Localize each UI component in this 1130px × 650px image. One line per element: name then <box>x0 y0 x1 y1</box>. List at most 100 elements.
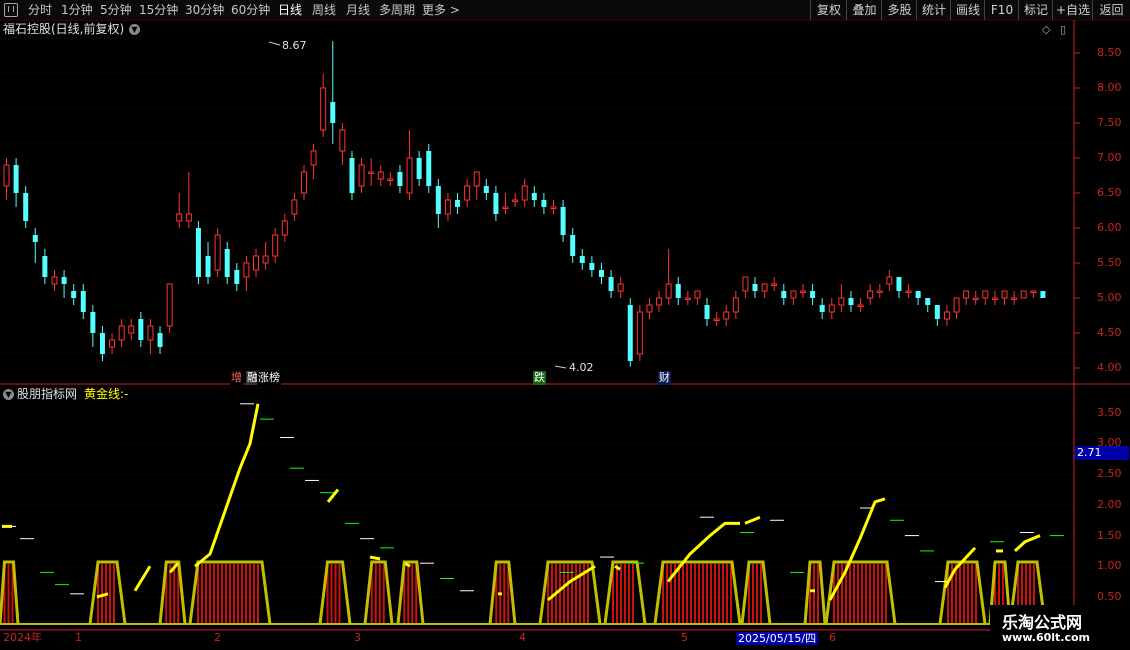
candle-body <box>426 151 432 186</box>
candle-body <box>118 325 125 341</box>
candle-body <box>224 249 230 277</box>
candle-body <box>205 256 211 277</box>
chevron-down-icon[interactable]: ▼ <box>129 24 140 35</box>
candle-body <box>138 319 144 340</box>
candle-body <box>876 290 883 293</box>
candle-body <box>810 291 816 298</box>
candle-body <box>71 291 77 298</box>
candle-body <box>147 325 154 341</box>
indicator-y-tick: 2.50 <box>1097 467 1122 480</box>
candle-body <box>713 318 720 321</box>
candle-body <box>694 290 701 299</box>
y-tick: 6.50 <box>1097 186 1122 199</box>
candle-body <box>387 178 394 181</box>
candle-body <box>857 304 864 307</box>
candle-body <box>934 305 940 319</box>
x-tick: 2024年 <box>3 631 42 644</box>
candle-body <box>550 206 557 209</box>
candle-body <box>886 276 893 285</box>
candle-body <box>972 297 979 300</box>
candle-body <box>157 333 163 347</box>
marker-zhangbang[interactable]: 涨榜 <box>257 371 281 385</box>
x-tick: 4 <box>519 631 526 644</box>
candle-body <box>281 220 288 236</box>
candle-body <box>253 255 260 271</box>
max-pointer <box>268 41 281 46</box>
candle-body <box>598 270 604 277</box>
candle-body <box>665 283 672 299</box>
watermark-title: 乐淘公式网 <box>1002 613 1083 632</box>
candle-body <box>704 305 710 319</box>
candle-body <box>272 234 279 257</box>
watermark: 乐淘公式网 www.60lt.com <box>990 605 1130 650</box>
gold-line <box>1013 534 1041 553</box>
watermark-url: www.60lt.com <box>1002 631 1091 644</box>
candle-body <box>435 186 441 214</box>
candle-body <box>310 150 317 166</box>
candle-body <box>742 276 749 292</box>
y-tick: 8.00 <box>1097 81 1122 94</box>
candle-body <box>541 200 547 207</box>
candle-body <box>90 312 96 333</box>
candle-body <box>368 171 375 174</box>
gold-line <box>194 403 260 568</box>
marker-zeng[interactable]: 增 <box>230 371 243 385</box>
indicator-y-tick: 1.50 <box>1097 529 1122 542</box>
y-tick: 5.00 <box>1097 291 1122 304</box>
candle-body <box>32 235 38 242</box>
marker-die[interactable]: 跌 <box>533 371 546 385</box>
candle-body <box>512 199 519 202</box>
y-tick: 6.00 <box>1097 221 1122 234</box>
min-price-label: 4.02 <box>569 361 594 374</box>
candle-body <box>109 339 116 348</box>
candle-body <box>838 297 845 306</box>
candle-body <box>1001 290 1008 299</box>
panel-menu-icon[interactable]: ▯ <box>1060 23 1066 36</box>
candle-body <box>51 276 58 285</box>
indicator-menu-icon[interactable]: ▼ <box>3 389 14 400</box>
kline-chart[interactable] <box>0 0 1130 650</box>
candle-body <box>656 297 663 306</box>
candle-body <box>781 291 787 298</box>
candle-body <box>617 283 624 292</box>
y-tick: 8.50 <box>1097 46 1122 59</box>
band-outline <box>396 560 425 625</box>
gold-line <box>744 515 761 525</box>
candle-body <box>464 185 471 201</box>
candle-body <box>397 172 403 186</box>
candle-body <box>790 290 797 299</box>
candle-body <box>636 311 643 355</box>
gold-line <box>369 555 381 561</box>
x-tick: 2 <box>214 631 221 644</box>
indicator-y-tick: 1.00 <box>1097 559 1122 572</box>
indicator-name[interactable]: 股朋指标网 <box>17 387 77 401</box>
candle-body <box>991 297 998 300</box>
candle-body <box>579 256 585 263</box>
candle-body <box>627 305 633 361</box>
y-tick: 4.50 <box>1097 326 1122 339</box>
candle-body <box>761 283 768 292</box>
candle-body <box>723 311 730 320</box>
stock-title: 福石控股(日线,前复权) <box>3 22 125 36</box>
candle-body <box>300 171 307 194</box>
indicator-series-label: 黄金线: <box>84 387 125 401</box>
candle-body <box>349 158 355 193</box>
marker-cai[interactable]: 财 <box>658 371 671 385</box>
candle-body <box>473 171 480 187</box>
candle-body <box>358 164 365 187</box>
x-tick: 6 <box>829 631 836 644</box>
candle-body <box>262 255 269 264</box>
candle-body <box>828 304 835 313</box>
candle-body <box>377 171 384 180</box>
candle-body <box>61 277 67 284</box>
indicator-current-value: 2.71 <box>1075 446 1129 460</box>
diamond-icon[interactable]: ◇ <box>1042 23 1050 36</box>
indicator-y-tick: 3.50 <box>1097 406 1122 419</box>
band-outline <box>363 560 394 625</box>
indicator-y-tick: 0.50 <box>1097 590 1122 603</box>
gold-line <box>326 488 340 503</box>
band-outline <box>488 560 517 625</box>
candle-body <box>752 284 758 291</box>
gold-line <box>614 564 621 571</box>
candle-body <box>406 157 413 194</box>
